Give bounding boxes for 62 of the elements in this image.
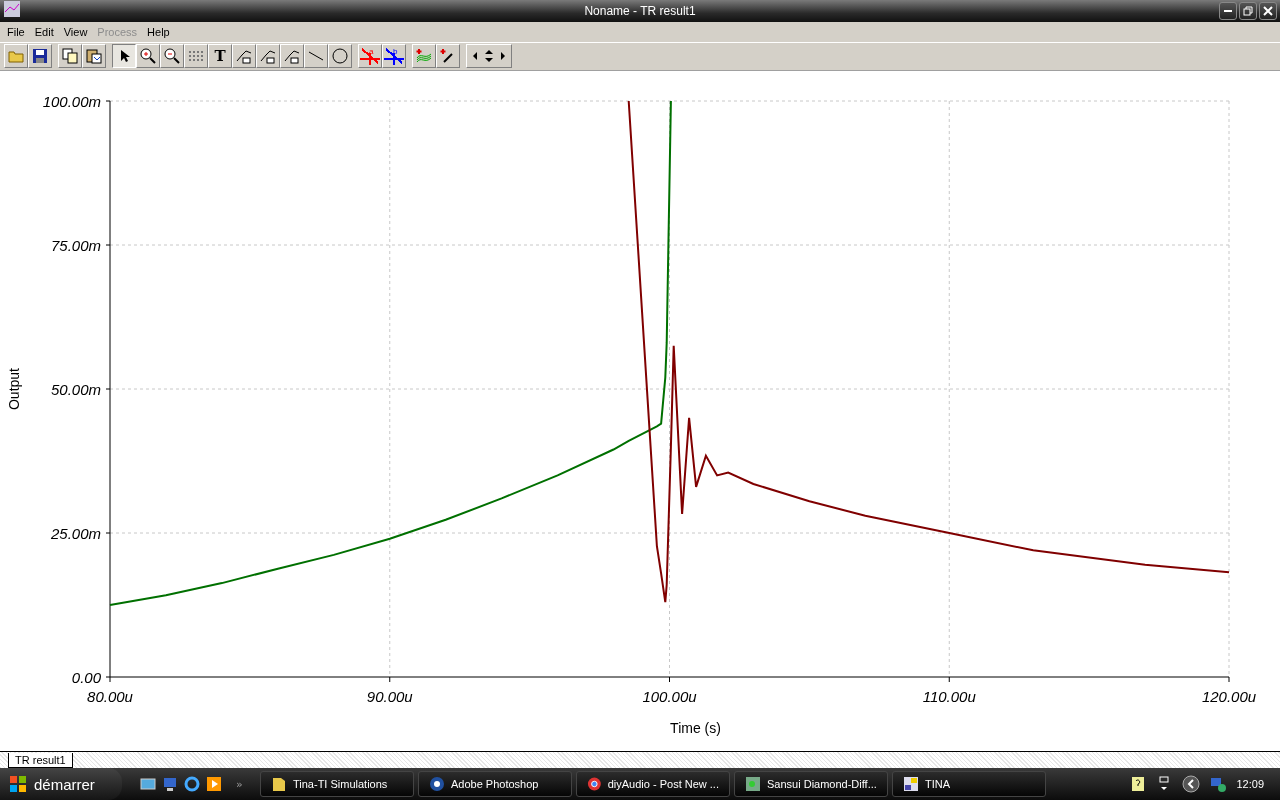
- x-tick-label: 80.00u: [87, 688, 133, 706]
- image-icon: [745, 776, 761, 792]
- x-axis-title: Time (s): [670, 720, 721, 737]
- taskbar-button[interactable]: Tina-TI Simulations: [260, 771, 414, 797]
- more-chevron[interactable]: »: [236, 777, 256, 791]
- curve-tool-icon: [284, 48, 300, 65]
- app-icon: [429, 776, 445, 792]
- media-player-icon: [206, 776, 222, 792]
- toolbar-button[interactable]: [112, 44, 136, 69]
- circle-icon: [332, 48, 348, 65]
- desktop-icon: [140, 776, 156, 792]
- menu-item[interactable]: File: [2, 25, 30, 38]
- add-curves-icon: [416, 48, 432, 65]
- zoom-out-icon: [164, 48, 180, 65]
- y-tick-label: 0.00: [71, 669, 101, 687]
- restore-icon: [1243, 6, 1253, 16]
- folder-icon: [271, 776, 287, 792]
- chevron-left-icon: [1182, 775, 1201, 793]
- taskbar-button[interactable]: TINA: [892, 771, 1046, 797]
- minimize-icon: [1224, 10, 1232, 12]
- taskbar-button[interactable]: Sansui Diamond-Diff...: [734, 771, 888, 797]
- y-axis-title: Output: [6, 368, 22, 411]
- minimize-button[interactable]: [1219, 2, 1237, 20]
- text-tool-label: T: [214, 47, 226, 66]
- grid-icon: [189, 51, 203, 62]
- menu-item[interactable]: Edit: [29, 25, 59, 38]
- y-tick-label: 50.00m: [50, 381, 101, 399]
- close-button[interactable]: [1259, 2, 1277, 20]
- copy-icon: [62, 48, 78, 65]
- result-tab[interactable]: TR result1: [8, 753, 73, 768]
- network-icon: [1210, 776, 1227, 792]
- x-tick-label: 120.00u: [1201, 688, 1257, 706]
- zoom-in-icon: [140, 48, 156, 65]
- save-icon: [32, 48, 48, 65]
- x-tick-label: 110.00u: [922, 688, 976, 706]
- windows-logo-icon: [8, 774, 28, 794]
- browser-icon: [587, 776, 602, 792]
- curve-tool-icon: [236, 48, 252, 65]
- x-tick-label: 90.00u: [366, 688, 413, 706]
- curve-tool-icon: [260, 48, 276, 65]
- y-tick-label: 75.00m: [50, 237, 101, 255]
- folder-icon: [8, 48, 24, 65]
- clock: 12:09: [1236, 778, 1264, 790]
- y-tick-label: 25.00m: [50, 525, 101, 543]
- paste-icon: [86, 48, 102, 65]
- computer-icon: [162, 776, 178, 792]
- y-tick-label: 100.00m: [42, 93, 101, 111]
- restore-button[interactable]: [1239, 2, 1257, 20]
- start-button[interactable]: démarrer: [0, 768, 122, 800]
- close-icon: [1263, 6, 1273, 16]
- help-icon: [1130, 776, 1147, 792]
- menu-item[interactable]: Help: [142, 25, 175, 38]
- eyedropper-icon: [440, 48, 456, 65]
- app-icon: [903, 776, 919, 792]
- taskbar-button[interactable]: Adobe Photoshop: [418, 771, 572, 797]
- menu-item[interactable]: View: [58, 25, 93, 38]
- taskbar-button[interactable]: diyAudio - Post New ...: [576, 771, 730, 797]
- window-title: Noname - TR result1: [584, 4, 696, 18]
- browser-icon: [184, 776, 200, 792]
- app-logo-icon: [3, 0, 21, 18]
- x-tick-label: 100.00u: [642, 688, 697, 706]
- toolbar-button[interactable]: T: [208, 44, 232, 69]
